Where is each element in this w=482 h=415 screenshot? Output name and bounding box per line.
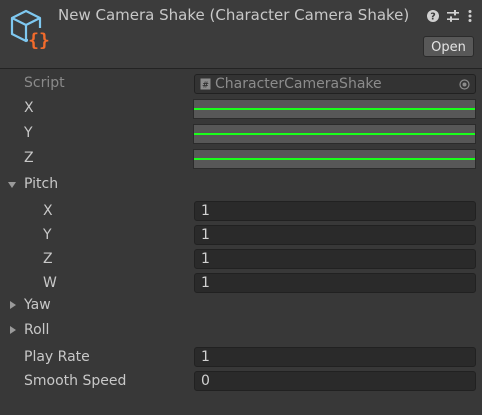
pitch-foldout-label[interactable]: Pitch (24, 176, 58, 192)
play-rate-field[interactable]: 1 (194, 347, 476, 367)
svg-text:#: # (202, 81, 209, 90)
header-divider (0, 68, 482, 69)
kebab-menu-icon[interactable] (466, 9, 474, 23)
smooth-speed-field[interactable]: 0 (194, 371, 476, 391)
help-icon[interactable]: ? (426, 9, 440, 23)
object-picker-icon (459, 79, 470, 90)
pitch-expand-arrow-icon[interactable] (7, 180, 17, 190)
curve-x-label: X (24, 100, 34, 116)
svg-text:{}: {} (28, 30, 50, 51)
curve-y-field[interactable] (193, 124, 476, 144)
pitch-y-label: Y (43, 227, 52, 243)
curve-z-line (194, 158, 475, 160)
pitch-w-field[interactable]: 1 (194, 273, 476, 293)
asset-title: New Camera Shake (Character Camera Shake… (58, 6, 410, 24)
pitch-z-field[interactable]: 1 (194, 249, 476, 269)
script-object-field: # CharacterCameraShake (194, 74, 476, 94)
svg-text:?: ? (430, 12, 436, 23)
yaw-collapse-arrow-icon[interactable] (8, 300, 18, 310)
curve-x-line (194, 108, 475, 110)
script-asset-icon: {} (10, 9, 50, 51)
preset-icon[interactable] (446, 9, 460, 23)
curve-y-label: Y (24, 125, 33, 141)
open-button[interactable]: Open (423, 36, 474, 57)
pitch-y-field[interactable]: 1 (194, 225, 476, 245)
pitch-z-label: Z (43, 251, 53, 267)
script-object-value: CharacterCameraShake (215, 76, 382, 92)
inspector-header: {} New Camera Shake (Character Camera Sh… (0, 0, 482, 68)
pitch-w-label: W (43, 275, 57, 291)
smooth-speed-label: Smooth Speed (24, 373, 127, 389)
pitch-x-label: X (43, 203, 53, 219)
curve-z-field[interactable] (193, 149, 476, 169)
script-label: Script (24, 75, 65, 91)
roll-foldout-label[interactable]: Roll (24, 322, 49, 338)
inspector-panel: {} New Camera Shake (Character Camera Sh… (0, 0, 482, 415)
script-file-icon: # (200, 78, 211, 90)
roll-collapse-arrow-icon[interactable] (8, 325, 18, 335)
play-rate-label: Play Rate (24, 349, 90, 365)
pitch-x-field[interactable]: 1 (194, 201, 476, 221)
yaw-foldout-label[interactable]: Yaw (24, 297, 51, 313)
curve-z-label: Z (24, 150, 34, 166)
curve-y-line (194, 133, 475, 135)
curve-x-field[interactable] (193, 99, 476, 119)
